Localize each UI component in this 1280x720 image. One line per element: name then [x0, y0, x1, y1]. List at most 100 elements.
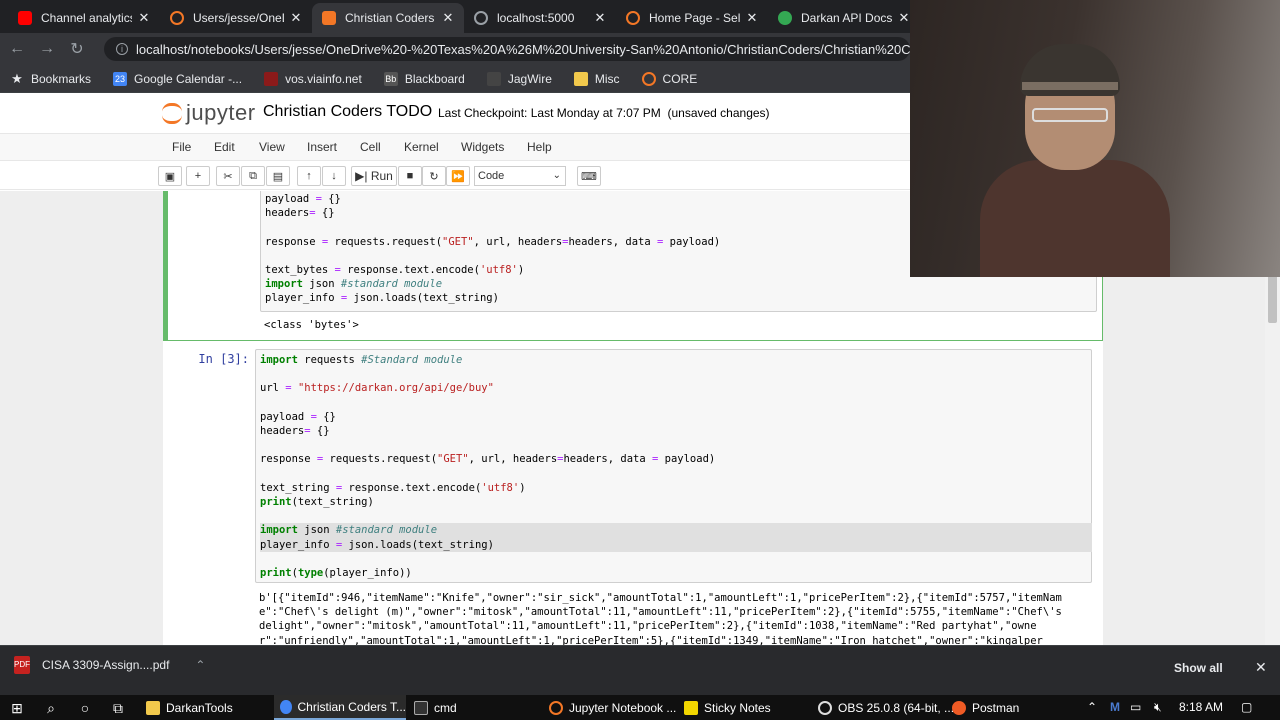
- taskbar-app-cmd[interactable]: cmd: [408, 695, 457, 720]
- move-down-icon[interactable]: ↓: [322, 166, 346, 186]
- cell-output: b'[{"itemId":946,"itemName":"Knife","own…: [259, 591, 1062, 645]
- bookmark-bookmarks[interactable]: ★ Bookmarks: [10, 70, 91, 86]
- tab-onedrive[interactable]: Users/jesse/OneDr ✕: [160, 3, 312, 33]
- download-filename: CISA 3309-Assign....pdf: [42, 658, 170, 672]
- volume-muted-icon[interactable]: 🔇︎: [1154, 700, 1162, 715]
- cut-icon[interactable]: ✂: [216, 166, 240, 186]
- tab-christian-coders[interactable]: Christian Coders T ✕: [312, 3, 464, 33]
- close-icon[interactable]: ✕: [136, 10, 152, 26]
- show-all-button[interactable]: Show all: [1174, 661, 1223, 675]
- presenter: [980, 44, 1170, 277]
- network-icon[interactable]: ▭: [1130, 700, 1141, 714]
- bookmark-vos[interactable]: vos.viainfo.net: [264, 71, 362, 86]
- keyboard-icon[interactable]: ⌨: [577, 166, 601, 186]
- forward-icon[interactable]: →: [34, 40, 60, 58]
- menu-file[interactable]: File: [172, 140, 191, 154]
- taskbar-app-sticky-notes[interactable]: Sticky Notes: [678, 695, 771, 720]
- windows-start-icon[interactable]: ⊞: [8, 699, 26, 717]
- bookmark-core[interactable]: CORE: [641, 71, 697, 86]
- taskbar-app-darkantools[interactable]: DarkanTools: [140, 695, 233, 720]
- fast-forward-icon[interactable]: ⏩: [446, 166, 470, 186]
- bookmark-jagwire[interactable]: JagWire: [486, 71, 552, 86]
- code-cell[interactable]: In [3]: import requests #Standard module…: [163, 349, 1103, 645]
- menu-help[interactable]: Help: [527, 140, 552, 154]
- bookmark-misc[interactable]: Misc: [573, 71, 620, 86]
- paste-icon[interactable]: ▤: [266, 166, 290, 186]
- output-line: r":"unfriendly","amountTotal":1,"amountL…: [259, 634, 1043, 645]
- obs-icon: [818, 700, 832, 715]
- step-icon: ▶|: [355, 169, 371, 183]
- run-button[interactable]: ▶| Run: [351, 166, 397, 186]
- cell-output: <class 'bytes'>: [264, 319, 359, 331]
- m-app-icon[interactable]: M: [1110, 700, 1120, 714]
- address-bar[interactable]: i localhost/notebooks/Users/jesse/OneDri…: [104, 37, 910, 61]
- tab-localhost[interactable]: localhost:5000 ✕: [464, 3, 616, 33]
- url-text: localhost/notebooks/Users/jesse/OneDrive…: [136, 41, 910, 57]
- folder-icon: [573, 71, 588, 86]
- taskbar-app-jupyter[interactable]: Jupyter Notebook ...: [543, 695, 676, 720]
- chevron-up-icon[interactable]: ⌃: [1087, 700, 1097, 714]
- search-icon[interactable]: ⌕: [42, 699, 60, 717]
- cortana-icon[interactable]: ○: [76, 699, 94, 717]
- folder-icon: [146, 700, 160, 715]
- star-icon: ★: [11, 70, 23, 86]
- tab-label: Home Page - Sele: [649, 11, 740, 25]
- move-up-icon[interactable]: ↑: [297, 166, 321, 186]
- postman-icon: [952, 700, 966, 715]
- tab-home-page[interactable]: Home Page - Sele ✕: [616, 3, 768, 33]
- tab-label: Christian Coders T: [345, 11, 436, 25]
- youtube-icon: [18, 11, 32, 25]
- copy-icon[interactable]: ⧉: [241, 166, 265, 186]
- jupyter-logo[interactable]: jupyter: [162, 100, 256, 126]
- blackboard-icon: Bb: [383, 71, 398, 86]
- input-prompt: In [3]:: [198, 352, 249, 366]
- chevron-up-icon[interactable]: ⌃: [195, 658, 205, 672]
- menu-cell[interactable]: Cell: [360, 140, 381, 154]
- download-item[interactable]: PDF CISA 3309-Assign....pdf ⌃: [14, 656, 205, 674]
- menu-widgets[interactable]: Widgets: [461, 140, 504, 154]
- downloads-bar: PDF CISA 3309-Assign....pdf ⌃ Show all ✕: [0, 645, 1280, 695]
- vos-icon: [264, 71, 279, 86]
- tab-channel-analytics[interactable]: Channel analytics ✕: [8, 3, 160, 33]
- tab-darkan-api[interactable]: Darkan API Docs ✕: [768, 3, 920, 33]
- close-icon[interactable]: ✕: [1255, 659, 1267, 676]
- close-icon[interactable]: ✕: [288, 10, 304, 26]
- bookmark-blackboard[interactable]: Bb Blackboard: [383, 71, 465, 86]
- taskbar-app-chrome[interactable]: Christian Coders T...: [274, 695, 406, 720]
- cell-type-select[interactable]: Code ⌄: [474, 166, 566, 186]
- api-docs-icon: [778, 11, 792, 25]
- cell-input[interactable]: import requests #Standard module url = "…: [255, 349, 1092, 583]
- menu-kernel[interactable]: Kernel: [404, 140, 439, 154]
- jupyter-icon: [549, 700, 563, 715]
- stop-icon[interactable]: ■: [398, 166, 422, 186]
- menu-edit[interactable]: Edit: [214, 140, 235, 154]
- code-editor[interactable]: import requests #Standard module url = "…: [256, 350, 1092, 583]
- notebook-icon: [322, 11, 336, 25]
- jupyter-icon: [170, 11, 184, 25]
- close-icon[interactable]: ✕: [592, 10, 608, 26]
- insert-cell-icon[interactable]: +: [186, 166, 210, 186]
- reload-icon[interactable]: ↻: [64, 39, 90, 59]
- output-line: e":"Chef\'s delight (m)","owner":"mitosk…: [259, 606, 1062, 619]
- close-icon[interactable]: ✕: [440, 10, 456, 26]
- chrome-icon: [280, 699, 292, 714]
- task-view-icon[interactable]: ⧉: [109, 699, 127, 717]
- info-icon[interactable]: i: [116, 43, 128, 55]
- notebook-title[interactable]: Christian Coders TODO: [263, 103, 432, 121]
- taskbar-app-obs[interactable]: OBS 25.0.8 (64-bit, ...: [812, 695, 954, 720]
- restart-icon[interactable]: ↻: [422, 166, 446, 186]
- back-icon[interactable]: ←: [4, 40, 30, 58]
- terminal-icon: [414, 700, 428, 715]
- calendar-icon: 23: [113, 71, 128, 86]
- close-icon[interactable]: ✕: [744, 10, 760, 26]
- menu-insert[interactable]: Insert: [307, 140, 337, 154]
- bookmark-google-calendar[interactable]: 23 Google Calendar -...: [113, 71, 242, 86]
- jupyter-logo-icon: [162, 101, 182, 125]
- menu-view[interactable]: View: [259, 140, 285, 154]
- taskbar-app-postman[interactable]: Postman: [946, 695, 1019, 720]
- notification-icon[interactable]: ▢: [1241, 700, 1252, 714]
- jaguar-icon: [486, 71, 501, 86]
- pdf-icon: PDF: [14, 656, 30, 674]
- save-icon[interactable]: ▣: [158, 166, 182, 186]
- core-icon: [641, 71, 656, 86]
